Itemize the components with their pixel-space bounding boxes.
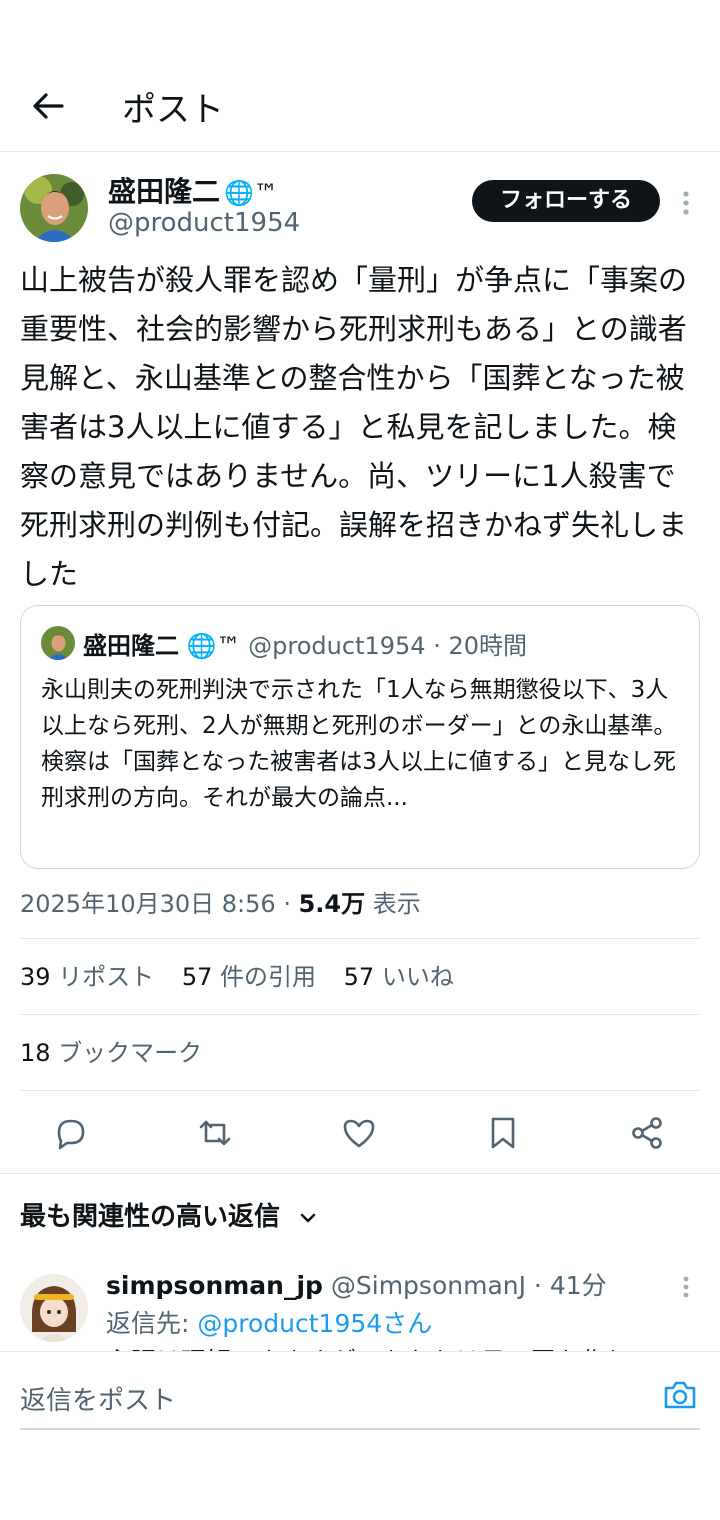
arrow-left-icon	[33, 93, 64, 119]
views-label: 表示	[372, 890, 421, 918]
quoted-badge: 🌐™	[186, 632, 241, 660]
reply-header: simpsonman_jp @SimpsonmanJ · 41分	[106, 1266, 607, 1302]
divider	[0, 1173, 720, 1174]
quoted-post[interactable]: 盛田隆二 🌐™ @product1954 · 20時間 永山則夫の死刑判決で示さ…	[20, 605, 700, 869]
engagement-stats: 39 リポスト 57 件の引用 57 いいね	[20, 938, 700, 1014]
author-badge: 🌐™	[224, 179, 278, 207]
reply-composer: 返信をポスト	[0, 1351, 720, 1520]
reply-to-label: 返信先:	[106, 1309, 190, 1338]
bookmarks-count[interactable]: 18	[20, 1039, 51, 1067]
avatar[interactable]	[20, 174, 88, 242]
quoted-header: 盛田隆二 🌐™ @product1954 · 20時間	[83, 626, 527, 661]
reply-input-placeholder: 返信をポスト	[20, 1386, 177, 1416]
top-bar: ポスト	[0, 60, 720, 152]
more-vertical-icon	[683, 1276, 689, 1298]
bookmark-stats: 18 ブックマーク	[20, 1014, 700, 1090]
author-name-row[interactable]: 盛田隆二 🌐™	[108, 170, 278, 210]
reposts-count[interactable]: 39	[20, 963, 51, 991]
likes-label[interactable]: いいね	[382, 963, 454, 991]
likes-count[interactable]: 57	[344, 963, 375, 991]
chevron-down-icon	[300, 1213, 316, 1222]
quotes-label[interactable]: 件の引用	[220, 963, 316, 991]
camera-button[interactable]	[662, 1378, 698, 1412]
post-text: 山上被告が殺人罪を認め「量刑」が争点に「事案の重要性、社会的影響から死刑求刑もあ…	[20, 263, 688, 591]
reply-more-button[interactable]	[676, 1274, 696, 1300]
reply-to: 返信先: @product1954さん	[106, 1304, 432, 1340]
reply-to-link[interactable]: @product1954さん	[197, 1309, 432, 1338]
reply-item[interactable]: simpsonman_jp @SimpsonmanJ · 41分 返信先: @p…	[20, 1266, 700, 1352]
reply-name[interactable]: simpsonman_jp	[106, 1271, 323, 1300]
action-bar	[20, 1090, 700, 1174]
page-title: ポスト	[122, 90, 224, 130]
repost-icon	[199, 1120, 231, 1146]
bookmark-icon	[491, 1117, 515, 1149]
reply-sort-selector[interactable]: 最も関連性の高い返信	[20, 1196, 319, 1233]
more-options-button[interactable]	[674, 188, 698, 218]
bookmark-button[interactable]	[483, 1113, 523, 1153]
post-timestamp[interactable]: 2025年10月30日 8:56	[20, 890, 276, 918]
reply-handle-time: @SimpsonmanJ · 41分	[330, 1271, 607, 1300]
reply-sort-label: 最も関連性の高い返信	[20, 1202, 281, 1232]
camera-icon	[664, 1381, 696, 1409]
author-handle[interactable]: @product1954	[108, 208, 300, 238]
quoted-handle-time: @product1954 · 20時間	[248, 632, 527, 660]
quoted-avatar	[41, 626, 75, 660]
views-count: 5.4万	[298, 890, 366, 918]
author-name: 盛田隆二	[108, 175, 221, 208]
quoted-name: 盛田隆二	[83, 632, 179, 660]
bookmarks-label[interactable]: ブックマーク	[58, 1039, 202, 1067]
share-icon	[632, 1117, 662, 1149]
repost-button[interactable]	[195, 1113, 235, 1153]
quotes-count[interactable]: 57	[182, 963, 213, 991]
reply-icon	[57, 1119, 85, 1150]
like-button[interactable]	[339, 1113, 379, 1153]
heart-icon	[343, 1119, 375, 1148]
quoted-text: 永山則夫の死刑判決で示された「1人なら無期懲役以下、3人以上なら死刑、2人が無期…	[41, 677, 677, 811]
post-author: 盛田隆二 🌐™ @product1954 フォローする	[20, 170, 700, 250]
reposts-label[interactable]: リポスト	[58, 963, 154, 991]
post-meta: 2025年10月30日 8:56 · 5.4万 表示	[20, 890, 421, 918]
back-button[interactable]	[26, 84, 70, 128]
share-button[interactable]	[627, 1113, 667, 1153]
reply-avatar[interactable]	[20, 1274, 88, 1342]
reply-input[interactable]: 返信をポスト	[20, 1352, 700, 1430]
follow-button[interactable]: フォローする	[472, 180, 660, 222]
reply-button[interactable]	[51, 1113, 91, 1153]
more-vertical-icon	[683, 191, 689, 215]
